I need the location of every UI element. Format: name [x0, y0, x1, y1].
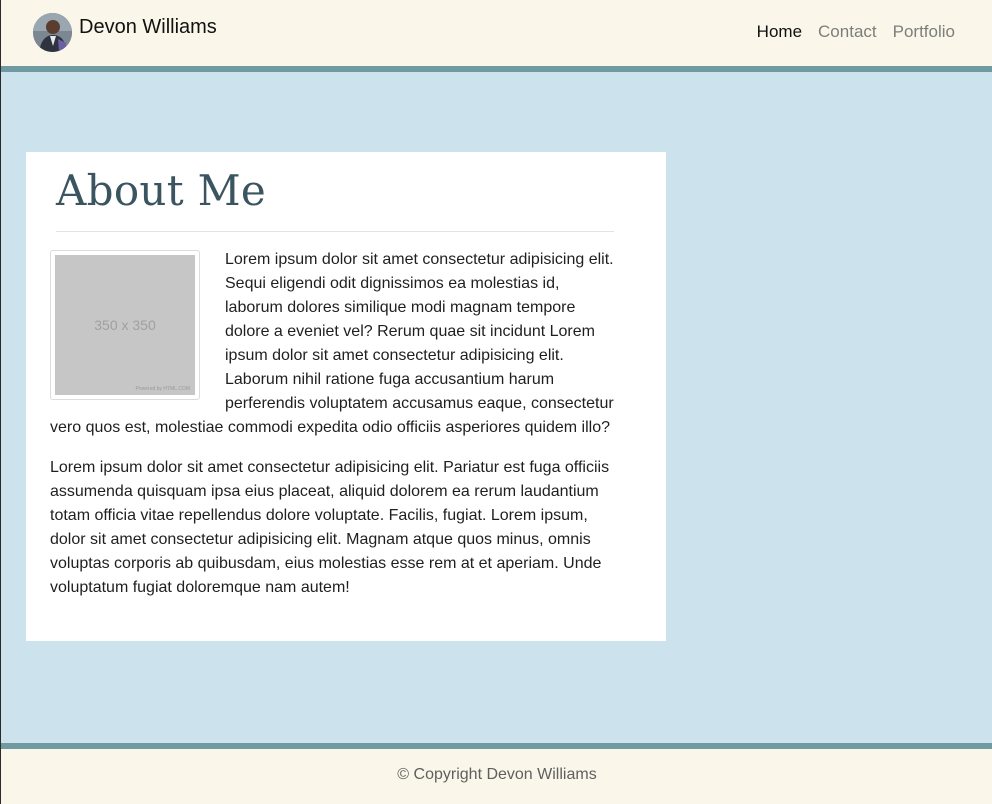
profile-image-placeholder: 350 x 350 Powered by HTML.COM	[55, 255, 195, 395]
navbar: Devon Williams Home Contact Portfolio	[1, 0, 992, 72]
title-divider	[56, 231, 614, 232]
profile-image-frame: 350 x 350 Powered by HTML.COM	[50, 250, 200, 400]
brand-name: Devon Williams	[79, 16, 217, 38]
avatar	[33, 13, 72, 52]
placeholder-size-label: 350 x 350	[94, 317, 156, 333]
nav-link-portfolio[interactable]: Portfolio	[893, 22, 955, 42]
footer: © Copyright Devon Williams	[1, 743, 992, 804]
about-content: 350 x 350 Powered by HTML.COM Lorem ipsu…	[50, 248, 620, 616]
nav-link-contact[interactable]: Contact	[818, 22, 877, 42]
about-paragraph-2: Lorem ipsum dolor sit amet consectetur a…	[50, 459, 610, 596]
about-card: About Me 350 x 350 Powered by HTML.COM L…	[26, 152, 666, 641]
nav-links: Home Contact Portfolio	[757, 22, 955, 42]
nav-link-home[interactable]: Home	[757, 22, 802, 42]
page-title: About Me	[56, 166, 267, 215]
copyright-text: © Copyright Devon Williams	[397, 766, 597, 783]
placeholder-credit: Powered by HTML.COM	[135, 386, 190, 392]
brand-link[interactable]: Devon Williams	[33, 13, 217, 52]
